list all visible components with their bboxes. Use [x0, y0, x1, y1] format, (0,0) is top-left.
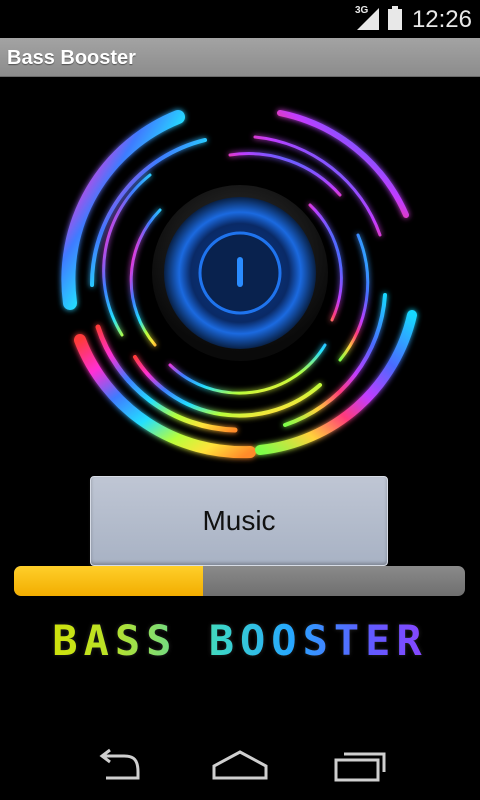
- app-title: Bass Booster: [7, 47, 136, 69]
- music-button-label: Music: [202, 505, 276, 536]
- recent-apps-icon[interactable]: [330, 748, 390, 782]
- status-bar: 3G 12:26: [0, 0, 480, 38]
- title-bar: Bass Booster: [0, 38, 480, 77]
- navigation-bar: [0, 722, 480, 800]
- ring-segment: [102, 173, 152, 337]
- screen: 3G 12:26 Bass Booster Music BASS BOOSTER: [0, 0, 480, 800]
- ring-segment: [338, 233, 370, 362]
- music-button[interactable]: Music: [90, 476, 388, 566]
- power-icon[interactable]: [237, 257, 243, 287]
- bass-booster-logo: BASS BOOSTER: [28, 616, 452, 665]
- signal-icon: [357, 8, 379, 30]
- clock: 12:26: [411, 6, 472, 33]
- back-icon[interactable]: [90, 748, 150, 782]
- home-icon[interactable]: [210, 748, 270, 782]
- bass-level-fill: [14, 566, 204, 596]
- bass-level-bar[interactable]: [14, 566, 465, 596]
- bass-dial: [61, 110, 417, 459]
- battery-icon: [388, 6, 402, 30]
